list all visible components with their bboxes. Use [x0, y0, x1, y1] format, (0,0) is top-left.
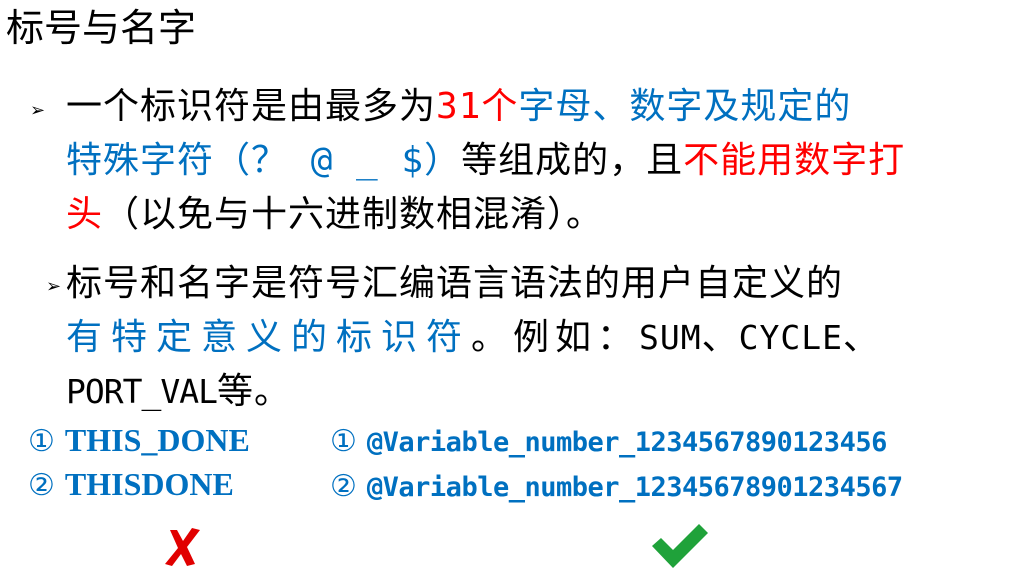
bullet-2-line-3: PORT_VAL等。: [66, 371, 291, 412]
bullet-1-line-3: 头（以免与十六进制数相混淆）。: [66, 194, 604, 235]
max-length-highlight: 31个: [436, 86, 519, 127]
bullet-2-line-2: 有特定意义的标识符。例如：SUM、CYCLE、: [66, 317, 881, 358]
special-chars: ？ @ _ $: [251, 140, 425, 181]
no-digit-start-highlight: 不能用数字打: [683, 140, 906, 181]
bullet-2-paragraph: 标号和名字是符号汇编语言语法的用户自定义的 有特定意义的标识符。例如：SUM、C…: [66, 257, 880, 419]
bullet-1-line-1: 一个标识符是由最多为31个字母、数字及规定的: [66, 86, 852, 127]
invalid-example-1: ① THIS_DONE: [28, 422, 250, 459]
check-mark-icon: [652, 524, 708, 568]
bullet-1-paragraph: 一个标识符是由最多为31个字母、数字及规定的 特殊字符（？ @ _ $）等组成的…: [66, 80, 905, 242]
valid-example-1: ① @Variable_number_1234567890123456: [330, 424, 887, 459]
valid-example-2: ② @Variable_number_12345678901234567: [330, 469, 903, 504]
cross-mark-icon: [165, 528, 200, 566]
invalid-example-2: ② THISDONE: [28, 466, 234, 503]
bullet-1-line-2: 特殊字符（？ @ _ $）等组成的，且不能用数字打: [66, 140, 906, 181]
bullet-1-marker: ➢: [30, 100, 46, 121]
slide-title: 标号与名字: [6, 6, 197, 50]
bullet-2-marker: ➢: [46, 276, 62, 297]
bullet-2-line-1: 标号和名字是符号汇编语言语法的用户自定义的: [66, 263, 844, 304]
meaningful-identifier-highlight: 有特定意义的标识符: [66, 317, 472, 358]
